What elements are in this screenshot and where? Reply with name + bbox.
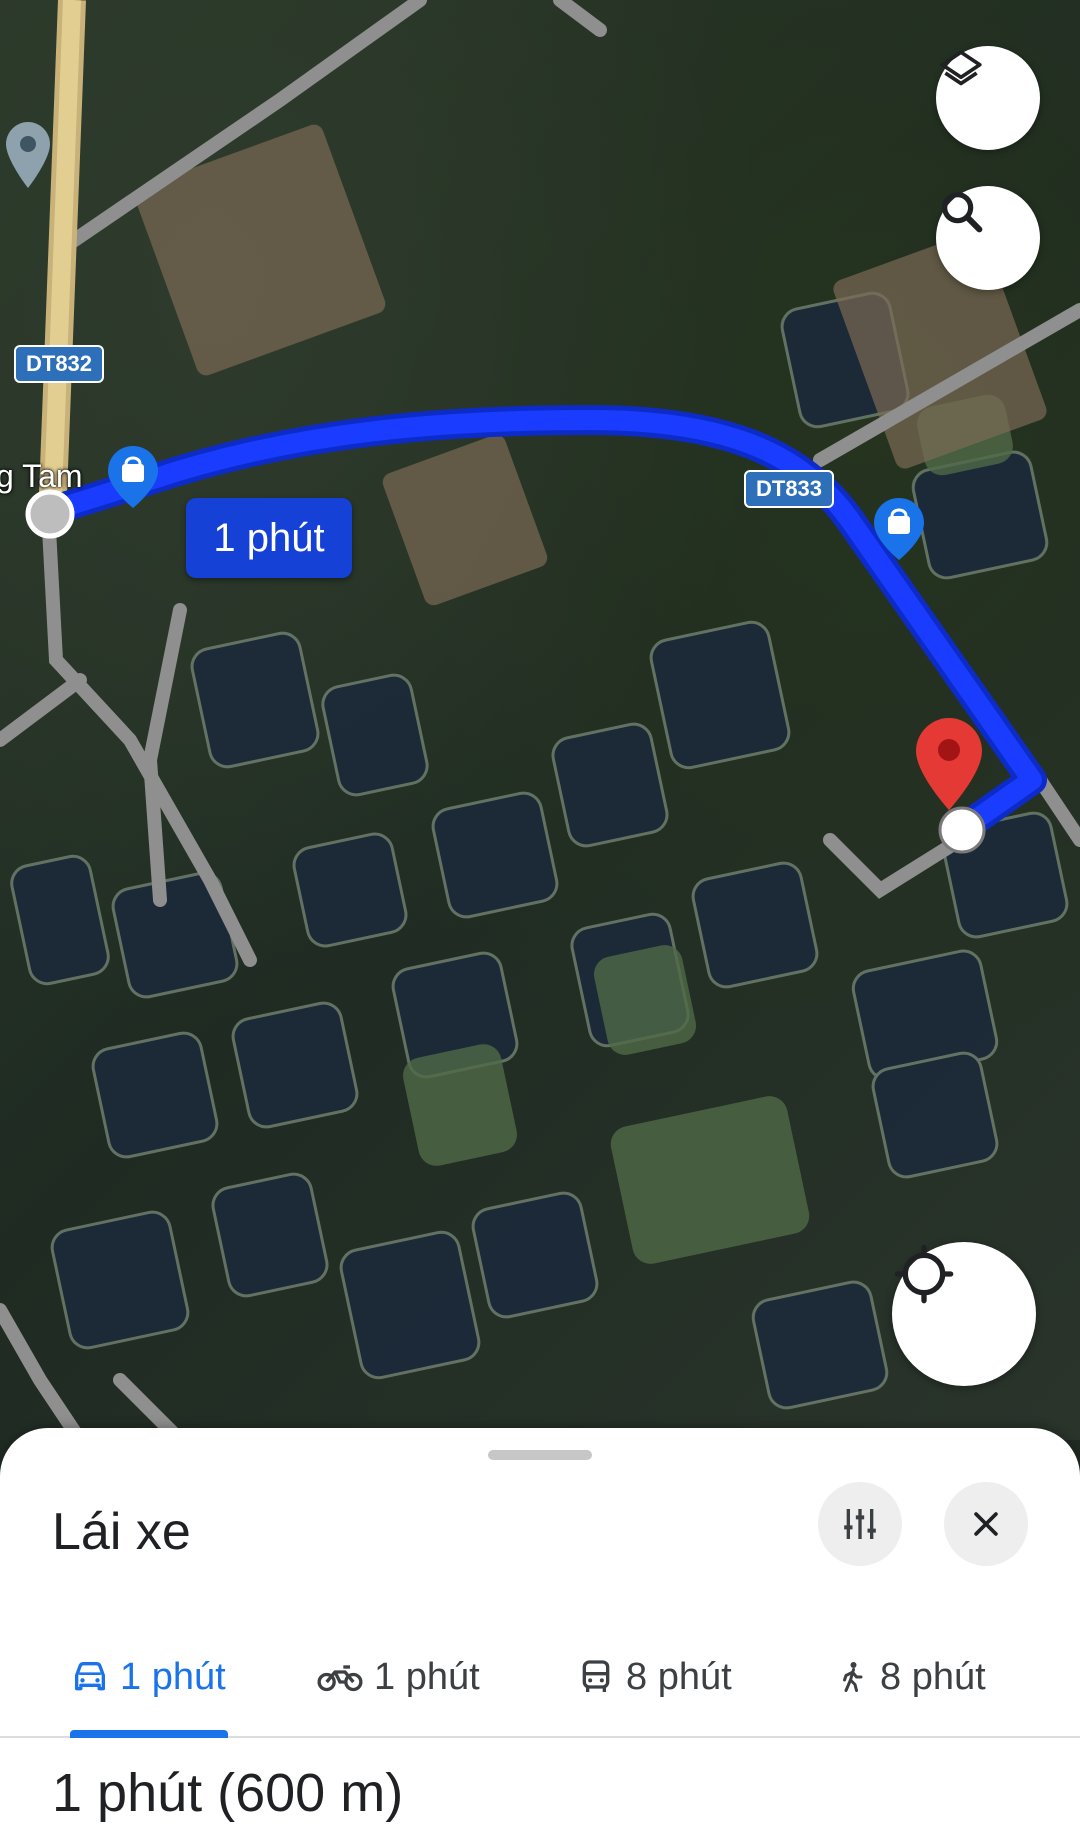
motorbike-icon: [316, 1657, 364, 1697]
car-icon: [70, 1657, 110, 1697]
tab-driving[interactable]: 1 phút: [70, 1618, 226, 1736]
close-icon: [974, 1512, 998, 1536]
close-button[interactable]: [944, 1482, 1028, 1566]
map-pin-icon[interactable]: [6, 122, 50, 188]
shopping-place-icon[interactable]: [108, 446, 158, 508]
layers-button[interactable]: [936, 46, 1040, 150]
place-label: g Tam: [0, 458, 83, 494]
search-button[interactable]: [936, 186, 1040, 290]
sheet-title: Lái xe: [52, 1503, 191, 1561]
shopping-place-icon[interactable]: [874, 498, 924, 560]
route-origin-icon: [25, 489, 75, 539]
tab-motorbike-label: 1 phút: [374, 1655, 480, 1698]
my-location-button[interactable]: [892, 1242, 1036, 1386]
my-location-icon: [894, 1244, 954, 1304]
tab-walking[interactable]: 8 phút: [834, 1618, 986, 1736]
route-time-label[interactable]: 1 phút: [186, 498, 352, 578]
map-view[interactable]: DT832 DT833 g Tam 1 phút: [0, 0, 1080, 1440]
search-icon: [942, 192, 983, 233]
tab-transit[interactable]: 8 phút: [576, 1618, 732, 1736]
tab-driving-label: 1 phút: [120, 1655, 226, 1698]
route-summary: 1 phút (600 m): [52, 1763, 404, 1823]
tab-walking-label: 8 phút: [880, 1655, 986, 1698]
road-shield-dt832: DT832: [14, 345, 105, 383]
route-end-icon: [938, 806, 986, 854]
tab-transit-label: 8 phút: [626, 1655, 732, 1698]
tune-icon: [844, 1509, 876, 1539]
active-tab-indicator: [70, 1730, 228, 1738]
travel-mode-tabs: 1 phút 1 phút 8 phút 8 phút: [0, 1618, 1080, 1738]
destination-pin-icon[interactable]: [916, 718, 982, 810]
route-options-button[interactable]: [818, 1482, 902, 1566]
directions-bottom-sheet: Lái xe 1 phút 1 phút 8 phút 8 phút 1 phú…: [0, 1428, 1080, 1834]
drag-handle[interactable]: [488, 1450, 592, 1460]
road-shield-dt833: DT833: [744, 470, 835, 508]
tab-motorbike[interactable]: 1 phút: [316, 1618, 480, 1736]
layers-icon: [940, 50, 982, 86]
walk-icon: [834, 1657, 870, 1697]
bus-icon: [576, 1657, 616, 1697]
